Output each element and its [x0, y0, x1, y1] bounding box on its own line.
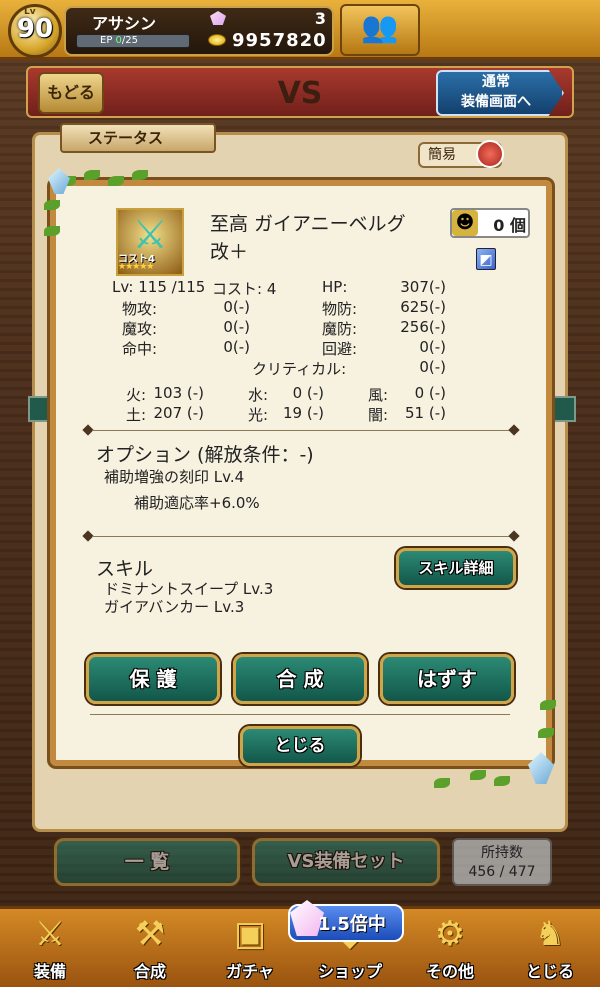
vine-leaf-icon [44, 226, 60, 236]
normal-equipment-label: 通常 装備画面へ [461, 74, 531, 110]
page-title: VS [277, 76, 323, 111]
stat-atk-label: 物攻: [122, 300, 158, 318]
vine-leaf-icon [108, 176, 124, 186]
nav-close[interactable]: ♞ とじる [500, 908, 600, 987]
gem-count: 3 [314, 9, 326, 28]
element-dark: 51 (-) [405, 404, 446, 422]
close-bag-icon: ♞ [534, 914, 566, 954]
divider [92, 430, 512, 431]
skill-title: スキル [96, 558, 154, 580]
element-light: 19 (-) [283, 404, 324, 422]
element-wind: 0 (-) [414, 384, 446, 402]
promo-label: 1.5倍中 [318, 914, 386, 935]
protect-button[interactable]: 保 護 [86, 654, 220, 704]
skill-line-2: ガイアバンカー Lv.3 [104, 598, 245, 616]
nav-equipment[interactable]: ⚔ 装備 [0, 908, 100, 987]
ep-label: EP 0/25 [100, 35, 139, 46]
stat-crit: 0(-) [419, 358, 446, 376]
owned-count-label: 所持数 [481, 845, 523, 861]
vine-leaf-icon [470, 770, 486, 780]
element-icon: ◩ [476, 248, 496, 270]
nav-gacha[interactable]: ▣ ガチャ [200, 908, 300, 987]
nav-other[interactable]: ⚙ その他 [400, 908, 500, 987]
vs-equipment-set-button[interactable]: VS装備セット [252, 838, 440, 886]
nav-label: 合成 [133, 962, 166, 981]
coin-count: 9957820 [232, 30, 327, 51]
stat-def: 625(-) [400, 298, 446, 316]
stat-hit: 0(-) [223, 338, 250, 356]
stat-hit-label: 命中: [122, 340, 158, 358]
gear-icon: ⚙ [434, 914, 466, 954]
vine-leaf-icon [434, 778, 450, 788]
stat-eva-label: 回避: [322, 340, 358, 358]
vine-leaf-icon [132, 170, 148, 180]
back-button[interactable]: もどる [38, 72, 104, 114]
vine-leaf-icon [44, 200, 60, 210]
equipment-icon: ⚔ [34, 914, 66, 954]
friend-book-icon: 👥 [361, 10, 399, 45]
stat-cost: コスト: 4 [212, 280, 277, 298]
stat-atk: 0(-) [223, 298, 250, 316]
divider [90, 714, 510, 715]
stat-hp: 307(-) [400, 278, 446, 296]
stat-def-label: 物防: [322, 300, 358, 318]
stat-matk-label: 魔攻: [122, 320, 158, 338]
nav-label: ガチャ [226, 962, 274, 981]
nav-label: ショップ [317, 962, 382, 981]
rarity-stars: ★★★★★ [118, 262, 154, 272]
stat-mdef: 256(-) [400, 318, 446, 336]
stat-hp-label: HP: [322, 278, 348, 296]
character-icon: ☻ [452, 210, 478, 236]
item-name: 至高 ガイアニーベルグ 改＋ [210, 213, 406, 263]
owned-count: 456 / 477 [468, 864, 536, 880]
stat-matk: 0(-) [223, 318, 250, 336]
vine-leaf-icon [84, 170, 100, 180]
stat-level: Lv: 115 /115 [112, 278, 206, 296]
remove-button[interactable]: はずす [380, 654, 514, 704]
nav-label: その他 [425, 962, 474, 981]
divider [92, 536, 512, 537]
vine-leaf-icon [494, 776, 510, 786]
element-earth: 207 (-) [153, 404, 204, 422]
skill-detail-button[interactable]: スキル詳細 [396, 548, 516, 588]
gacha-icon: ▣ [233, 914, 267, 954]
element-fire: 103 (-) [153, 384, 204, 402]
option-title: オプション (解放条件：-) [96, 444, 314, 466]
nav-label: とじる [525, 962, 574, 981]
refresh-icon[interactable] [476, 140, 504, 168]
stat-eva: 0(-) [419, 338, 446, 356]
element-water: 0 (-) [292, 384, 324, 402]
list-button[interactable]: 一 覧 [54, 838, 240, 886]
player-name: アサシン [92, 14, 157, 33]
vine-leaf-icon [538, 728, 554, 738]
close-dialog-button[interactable]: とじる [240, 726, 360, 766]
stat-crit-label: クリティカル: [252, 360, 347, 378]
nav-label: 装備 [33, 962, 66, 981]
player-level: 90 [16, 14, 54, 44]
option-line-1: 補助増強の刻印 Lv.4 [104, 468, 245, 486]
hammer-icon: ⚒ [134, 914, 166, 954]
coin-icon [208, 34, 226, 46]
item-count: 0 個 [493, 216, 526, 235]
status-tab[interactable]: ステータス [60, 123, 216, 153]
nav-combine[interactable]: ⚒ 合成 [100, 908, 200, 987]
vine-leaf-icon [540, 700, 556, 710]
combine-button[interactable]: 合 成 [233, 654, 367, 704]
stat-mdef-label: 魔防: [322, 320, 358, 338]
option-line-2: 補助適応率+6.0% [134, 494, 260, 512]
